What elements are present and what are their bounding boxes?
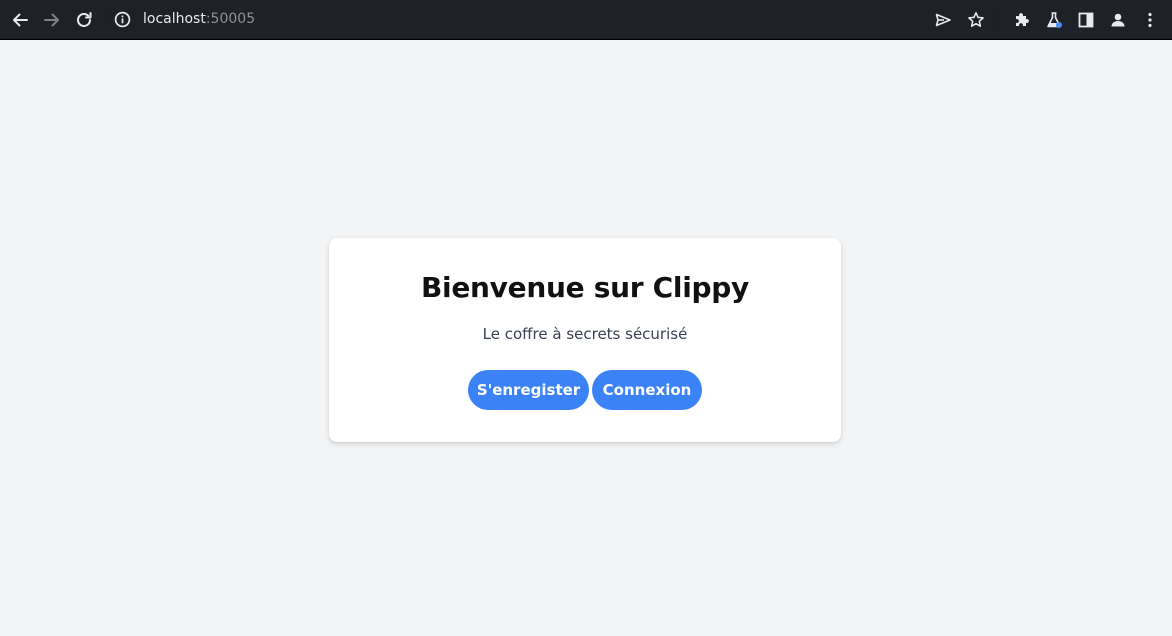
profile-button[interactable] <box>1106 8 1130 32</box>
side-panel-button[interactable] <box>1074 8 1098 32</box>
address-bar[interactable]: localhost:50005 <box>106 4 1000 35</box>
side-panel-icon <box>1078 12 1094 28</box>
menu-button[interactable] <box>1138 8 1162 32</box>
welcome-card: Bienvenue sur Clippy Le coffre à secrets… <box>329 238 841 442</box>
forward-button[interactable] <box>40 8 64 32</box>
profile-icon <box>1111 13 1125 27</box>
back-icon <box>13 13 28 27</box>
url-text[interactable]: localhost:50005 <box>143 11 255 28</box>
forward-icon <box>44 13 59 27</box>
reload-button[interactable] <box>72 8 96 32</box>
reload-icon <box>77 12 92 27</box>
extensions-icon <box>1016 13 1029 26</box>
send-tab-button[interactable] <box>931 8 955 32</box>
labs-button[interactable] <box>1042 8 1066 32</box>
labs-icon <box>1047 12 1062 28</box>
bookmark-button[interactable] <box>964 8 988 32</box>
send-icon <box>935 13 951 27</box>
page-title: Bienvenue sur Clippy <box>421 271 749 304</box>
url-port: :50005 <box>205 11 256 27</box>
extensions-button[interactable] <box>1010 8 1034 32</box>
register-button[interactable]: S'enregister <box>468 370 589 410</box>
page-subtitle: Le coffre à secrets sécurisé <box>482 325 688 343</box>
back-button[interactable] <box>8 8 32 32</box>
login-button[interactable]: Connexion <box>592 370 702 410</box>
browser-toolbar: localhost:50005 <box>0 0 1172 40</box>
menu-icon <box>1148 12 1152 28</box>
info-icon[interactable] <box>114 11 131 28</box>
star-icon <box>968 12 984 27</box>
url-host: localhost <box>143 11 206 27</box>
